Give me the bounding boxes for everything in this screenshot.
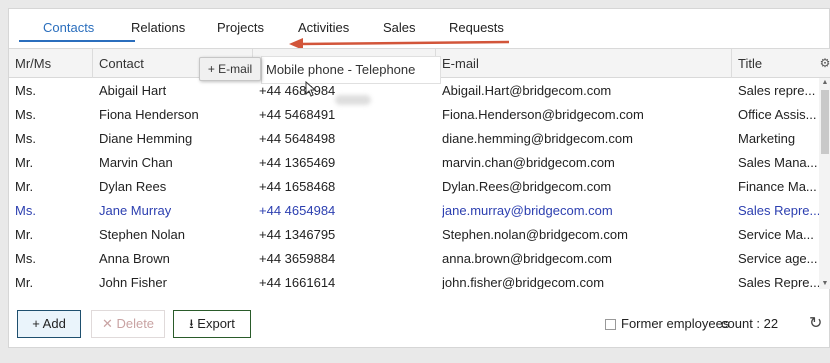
cell-contact: John Fisher bbox=[99, 275, 167, 289]
cell-title: Service age... bbox=[738, 251, 818, 266]
contacts-grid: Mr/Ms Contact Mobile phone - Telephone E… bbox=[9, 48, 830, 289]
table-row[interactable]: Ms. Diane Hemming +44 5648498 diane.hemming… bbox=[9, 127, 819, 151]
cell-email: anna.brown@bridgecom.com bbox=[442, 251, 613, 266]
scroll-up-icon[interactable]: ▲ bbox=[819, 78, 830, 88]
table-row[interactable]: Ms. Anna Brown +44 3659884 anna.brown@bridg… bbox=[9, 247, 819, 271]
tab-relations[interactable]: Relations bbox=[131, 20, 185, 35]
vertical-scrollbar[interactable]: ▲ ▼ bbox=[819, 78, 830, 289]
dragged-column-header[interactable]: Mobile phone - Telephone bbox=[261, 56, 441, 84]
drag-shadow bbox=[335, 95, 371, 105]
cell-phone: +44 1346795 bbox=[259, 227, 336, 242]
column-header-title[interactable]: Title bbox=[732, 49, 819, 78]
cell-email: Dylan.Rees@bridgecom.com bbox=[442, 179, 612, 194]
cell-email: Fiona.Henderson@bridgecom.com bbox=[442, 107, 644, 122]
export-button[interactable]: ⭳ Export bbox=[173, 310, 251, 338]
cell-phone: +44 4654984 bbox=[259, 203, 336, 218]
table-row[interactable]: Mr. Marvin Chan +44 1365469 marvin.chan@bri… bbox=[9, 151, 819, 175]
cell-phone: +44 1365469 bbox=[259, 155, 336, 170]
cell-phone: +44 1661614 bbox=[259, 275, 336, 289]
scrollbar-thumb[interactable] bbox=[821, 90, 829, 154]
gear-icon[interactable]: ⚙ bbox=[819, 48, 830, 78]
cell-email: marvin.chan@bridgecom.com bbox=[442, 155, 615, 170]
add-email-column-chip[interactable]: + E-mail bbox=[199, 57, 261, 81]
cell-title: Sales Mana... bbox=[738, 155, 818, 170]
active-tab-indicator bbox=[19, 40, 135, 42]
cell-email: diane.hemming@bridgecom.com bbox=[442, 131, 633, 146]
cell-contact: Anna Brown bbox=[99, 251, 170, 266]
former-employees-checkbox[interactable] bbox=[605, 319, 616, 330]
cell-title: Sales repre... bbox=[738, 83, 816, 98]
cell-mrms: Ms. bbox=[15, 83, 36, 98]
cell-mrms: Ms. bbox=[15, 131, 36, 146]
tab-requests[interactable]: Requests bbox=[449, 20, 504, 35]
cell-mrms: Mr. bbox=[15, 179, 34, 194]
cell-phone: +44 3659884 bbox=[259, 251, 336, 266]
cell-mrms: Mr. bbox=[15, 227, 34, 242]
scroll-down-icon[interactable]: ▼ bbox=[819, 279, 830, 289]
cell-mrms: Ms. bbox=[15, 203, 36, 218]
cell-mrms: Mr. bbox=[15, 275, 34, 289]
cell-contact: Fiona Henderson bbox=[99, 107, 199, 122]
tab-activities[interactable]: Activities bbox=[298, 20, 349, 35]
table-row[interactable]: Mr. Dylan Rees +44 1658468 Dylan.Rees@bridg… bbox=[9, 175, 819, 199]
refresh-icon[interactable]: ↻ bbox=[809, 313, 822, 333]
cell-mrms: Mr. bbox=[15, 155, 34, 170]
add-button[interactable]: + Add bbox=[17, 310, 81, 338]
grid-footer: + Add ✕ Delete ⭳ Export Former employees… bbox=[9, 289, 830, 347]
cell-mrms: Ms. bbox=[15, 251, 36, 266]
cell-phone: +44 5468491 bbox=[259, 107, 336, 122]
cell-title: Sales Repre... bbox=[738, 203, 819, 218]
cell-email: Abigail.Hart@bridgecom.com bbox=[442, 83, 612, 98]
cell-contact: Diane Hemming bbox=[99, 131, 193, 146]
cell-title: Service Ma... bbox=[738, 227, 814, 242]
table-row[interactable]: Ms. Fiona Henderson +44 5468491 Fiona.Hende… bbox=[9, 103, 819, 127]
delete-button[interactable]: ✕ Delete bbox=[91, 310, 165, 338]
cell-title: Marketing bbox=[738, 131, 796, 146]
cell-contact: Dylan Rees bbox=[99, 179, 167, 194]
table-row[interactable]: Mr. Stephen Nolan +44 1346795 Stephen.nolan… bbox=[9, 223, 819, 247]
grid-body: Ms. Abigail Hart +44 4684984 Abigail.Hart@b… bbox=[9, 78, 819, 289]
cell-title: Sales Repre... bbox=[738, 275, 819, 289]
cell-phone: +44 1658468 bbox=[259, 179, 336, 194]
former-employees-label: Former employees bbox=[621, 316, 730, 331]
cell-contact: Abigail Hart bbox=[99, 83, 167, 98]
cell-title: Office Assis... bbox=[738, 107, 817, 122]
tab-contacts[interactable]: Contacts bbox=[43, 20, 94, 35]
table-row[interactable]: Mr. John Fisher +44 1661614 john.fisher@bri… bbox=[9, 271, 819, 289]
contacts-panel: Contacts Relations Projects Activities S… bbox=[8, 8, 830, 348]
record-count: count : 22 bbox=[721, 316, 779, 331]
cell-email: john.fisher@bridgecom.com bbox=[442, 275, 605, 289]
tab-projects[interactable]: Projects bbox=[217, 20, 264, 35]
cell-contact: Marvin Chan bbox=[99, 155, 173, 170]
table-row[interactable]: Ms. Jane Murray +44 4654984 jane.murray@bri… bbox=[9, 199, 819, 223]
cell-phone: +44 5648498 bbox=[259, 131, 336, 146]
cell-mrms: Ms. bbox=[15, 107, 36, 122]
tab-sales[interactable]: Sales bbox=[383, 20, 416, 35]
column-header-mrms[interactable]: Mr/Ms bbox=[9, 49, 93, 78]
cell-email: jane.murray@bridgecom.com bbox=[442, 203, 613, 218]
cell-contact: Stephen Nolan bbox=[99, 227, 186, 242]
cell-email: Stephen.nolan@bridgecom.com bbox=[442, 227, 628, 242]
mouse-cursor-icon bbox=[305, 81, 317, 97]
column-header-email[interactable]: E-mail bbox=[436, 49, 732, 78]
cell-title: Finance Ma... bbox=[738, 179, 817, 194]
cell-contact: Jane Murray bbox=[99, 203, 172, 218]
